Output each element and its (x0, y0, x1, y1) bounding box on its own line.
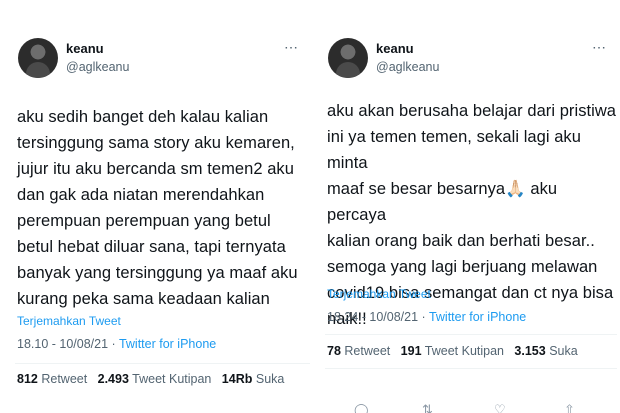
divider (325, 368, 617, 369)
more-dots-icon[interactable]: ⋯ (592, 40, 607, 54)
meta-separator: · (418, 310, 429, 324)
engagement-stats: 812 Retweet 2.493 Tweet Kutipan 14Rb Suk… (17, 372, 284, 386)
tweet-date[interactable]: 10/08/21 (369, 310, 418, 324)
like-count: 14Rb (221, 372, 253, 386)
translate-tweet-link[interactable]: Terjemahkan Tweet (327, 287, 431, 301)
user-handle[interactable]: @aglkeanu (66, 60, 129, 74)
display-name[interactable]: keanu (376, 41, 414, 56)
reply-icon[interactable]: ◯ (354, 403, 369, 413)
quote-stat[interactable]: 2.493 Tweet Kutipan (98, 372, 212, 386)
tweet-source[interactable]: Twitter for iPhone (119, 337, 216, 351)
tweet-timestamp[interactable]: 18.10 - 10/08/21 · Twitter for iPhone (17, 337, 216, 351)
like-label: Suka (549, 344, 578, 358)
like-icon[interactable]: ♡ (494, 403, 506, 413)
avatar[interactable] (328, 38, 368, 78)
retweet-icon[interactable]: ⇅ (422, 403, 433, 413)
more-dots-icon[interactable]: ⋯ (284, 40, 299, 54)
retweet-count: 812 (17, 372, 38, 386)
like-label: Suka (255, 372, 285, 386)
like-stat[interactable]: 3.153 Suka (514, 344, 577, 358)
meta-separator: · (108, 337, 119, 351)
tweet-text: aku sedih banget deh kalau kalian tersin… (17, 108, 298, 308)
display-name[interactable]: keanu (66, 41, 104, 56)
user-handle[interactable]: @aglkeanu (376, 60, 439, 74)
quote-label: Tweet Kutipan (424, 344, 504, 358)
retweet-count: 78 (327, 344, 341, 358)
tweet-time[interactable]: 18.10 (17, 337, 48, 351)
like-count: 3.153 (514, 344, 546, 358)
engagement-stats: 78 Retweet 191 Tweet Kutipan 3.153 Suka (327, 344, 578, 358)
retweet-label: Retweet (41, 372, 88, 386)
divider (15, 363, 310, 364)
quote-stat[interactable]: 191 Tweet Kutipan (401, 344, 504, 358)
time-date-separator: - (358, 310, 370, 324)
like-stat[interactable]: 14Rb Suka (222, 372, 285, 386)
quote-label: Tweet Kutipan (132, 372, 212, 386)
translate-tweet-link[interactable]: Terjemahkan Tweet (17, 314, 121, 328)
retweet-stat[interactable]: 78 Retweet (327, 344, 390, 358)
quote-count: 2.493 (97, 372, 129, 386)
retweet-label: Retweet (344, 344, 391, 358)
tweet-date[interactable]: 10/08/21 (59, 337, 108, 351)
quote-count: 191 (400, 344, 422, 358)
divider (325, 334, 617, 335)
tweet-time[interactable]: 18.24 (327, 310, 358, 324)
retweet-stat[interactable]: 812 Retweet (17, 372, 87, 386)
tweet-source[interactable]: Twitter for iPhone (429, 310, 526, 324)
time-date-separator: - (48, 337, 60, 351)
tweet-card-right[interactable]: keanu @aglkeanu ⋯ aku akan berusaha bela… (312, 0, 620, 413)
avatar[interactable] (18, 38, 58, 78)
share-icon[interactable]: ⇧ (564, 403, 575, 413)
tweet-timestamp[interactable]: 18.24 - 10/08/21 · Twitter for iPhone (327, 310, 526, 324)
tweet-card-left[interactable]: keanu @aglkeanu ⋯ aku sedih banget deh k… (0, 0, 310, 413)
